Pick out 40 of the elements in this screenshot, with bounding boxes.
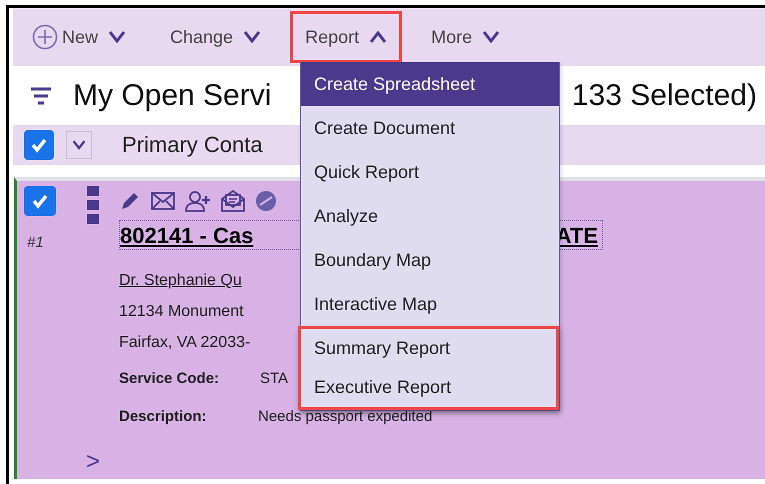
envelope-icon[interactable] xyxy=(150,190,176,212)
field-label: Service Code: xyxy=(119,370,220,387)
person-add-icon[interactable] xyxy=(185,190,211,212)
address-line: 12134 Monument xyxy=(119,303,244,321)
toolbar-button[interactable]: More xyxy=(416,11,516,63)
chevron-down-icon xyxy=(72,139,86,151)
field-value: Needs passport expedited xyxy=(258,408,432,425)
circle-icon[interactable] xyxy=(255,190,277,212)
expand-arrow[interactable]: > xyxy=(86,449,100,475)
toolbar-button[interactable]: Change xyxy=(155,11,276,63)
checkbox[interactable] xyxy=(24,186,56,216)
contact-link[interactable]: Dr. Stephanie Qu xyxy=(119,272,242,290)
menu-item[interactable]: Summary Report xyxy=(301,329,556,368)
field-value: STA xyxy=(260,370,288,387)
selection-count: 133 Selected) xyxy=(572,78,757,112)
chevron-down-icon xyxy=(482,31,500,43)
toolbar-button[interactable]: New xyxy=(17,11,142,63)
menu-item[interactable]: Quick Report xyxy=(301,150,559,194)
menu-item[interactable]: Executive Report xyxy=(301,368,556,407)
menu-item[interactable]: Boundary Map xyxy=(301,238,559,282)
envelope-document-icon[interactable] xyxy=(220,189,246,213)
list-title: My Open Servi xyxy=(73,78,272,112)
menu-item[interactable]: Create Spreadsheet xyxy=(301,62,559,106)
record-title-link[interactable]: 802141 - Cas xyxy=(120,223,254,249)
filter-icon[interactable] xyxy=(30,86,52,104)
address-line: Fairfax, VA 22033- xyxy=(119,334,250,352)
record-number: #1 xyxy=(26,234,45,251)
chevron-down-icon xyxy=(108,31,126,43)
column-header: Primary Conta xyxy=(122,132,263,158)
pencil-icon[interactable] xyxy=(119,190,141,212)
chevron-up-icon xyxy=(369,31,388,43)
menu-item[interactable]: Create Document xyxy=(301,106,559,150)
chevron-down-icon xyxy=(243,31,262,43)
plus-circle-icon xyxy=(32,24,58,50)
field-label: Description: xyxy=(119,408,208,425)
menu-item[interactable]: Interactive Map xyxy=(301,282,559,326)
checkbox[interactable] xyxy=(24,130,54,160)
dropdown-button[interactable] xyxy=(66,131,92,159)
kebab-menu-icon[interactable] xyxy=(87,186,99,224)
menu-item[interactable]: Analyze xyxy=(301,194,559,238)
